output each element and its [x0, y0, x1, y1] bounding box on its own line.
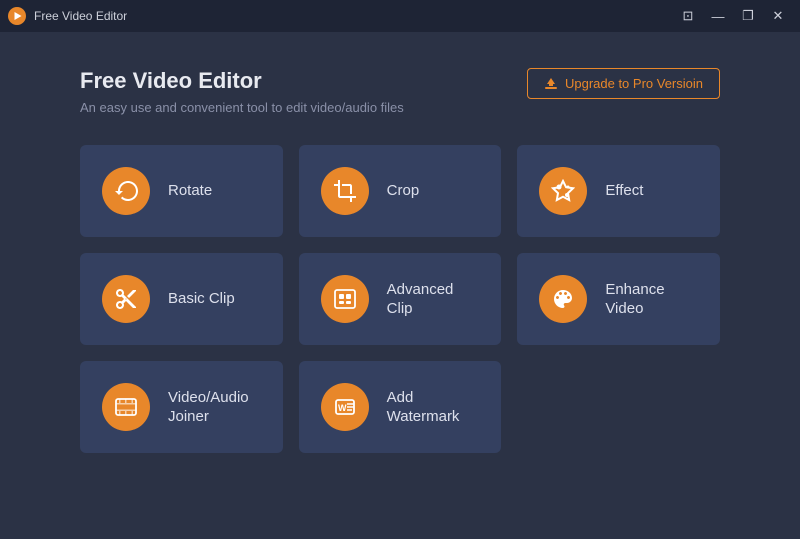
enhance-video-icon-circle [539, 275, 587, 323]
minimize-button[interactable]: — [704, 5, 732, 27]
film-icon [114, 395, 138, 419]
titlebar-controls: ⊡ — ❐ ✕ [674, 5, 792, 27]
video-audio-joiner-label: Video/Audio Joiner [168, 388, 249, 427]
scissors-icon [114, 287, 138, 311]
header-row: Free Video Editor An easy use and conven… [80, 68, 720, 115]
basic-clip-card[interactable]: Basic Clip [80, 253, 283, 345]
titlebar-title: Free Video Editor [34, 9, 127, 23]
close-button[interactable]: ✕ [764, 5, 792, 27]
effect-icon-circle [539, 167, 587, 215]
tools-grid: Rotate Crop Effect [80, 145, 720, 453]
crop-label: Crop [387, 181, 420, 201]
titlebar: Free Video Editor ⊡ — ❐ ✕ [0, 0, 800, 32]
app-title: Free Video Editor [80, 68, 404, 94]
rotate-card[interactable]: Rotate [80, 145, 283, 237]
advanced-clip-card[interactable]: Advanced Clip [299, 253, 502, 345]
effect-label: Effect [605, 181, 643, 201]
rotate-icon [114, 179, 138, 203]
app-icon [8, 7, 26, 25]
basic-clip-icon-circle [102, 275, 150, 323]
upgrade-icon [544, 77, 558, 91]
maximize-button[interactable]: ❐ [734, 5, 762, 27]
enhance-video-card[interactable]: Enhance Video [517, 253, 720, 345]
add-watermark-card[interactable]: W Add Watermark [299, 361, 502, 453]
add-watermark-label: Add Watermark [387, 388, 460, 427]
effect-card[interactable]: Effect [517, 145, 720, 237]
rotate-label: Rotate [168, 181, 212, 201]
main-content: Free Video Editor An easy use and conven… [0, 32, 800, 483]
crop-card[interactable]: Crop [299, 145, 502, 237]
enhance-video-label: Enhance Video [605, 280, 664, 319]
app-header: Free Video Editor An easy use and conven… [80, 68, 404, 115]
svg-text:W: W [338, 403, 347, 413]
crop-icon [333, 179, 357, 203]
titlebar-left: Free Video Editor [8, 7, 127, 25]
advanced-clip-icon [333, 287, 357, 311]
advanced-clip-label: Advanced Clip [387, 280, 480, 319]
add-watermark-icon-circle: W [321, 383, 369, 431]
palette-icon [551, 287, 575, 311]
basic-clip-label: Basic Clip [168, 289, 235, 309]
effect-icon [551, 179, 575, 203]
advanced-clip-icon-circle [321, 275, 369, 323]
app-subtitle: An easy use and convenient tool to edit … [80, 100, 404, 115]
video-audio-joiner-card[interactable]: Video/Audio Joiner [80, 361, 283, 453]
upgrade-button[interactable]: Upgrade to Pro Versioin [527, 68, 720, 99]
video-audio-joiner-icon-circle [102, 383, 150, 431]
rotate-icon-circle [102, 167, 150, 215]
watermark-icon: W [333, 395, 357, 419]
restore-button[interactable]: ⊡ [674, 5, 702, 27]
crop-icon-circle [321, 167, 369, 215]
